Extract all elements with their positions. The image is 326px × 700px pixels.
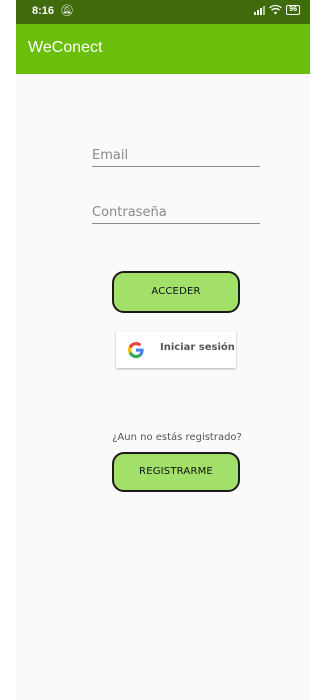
status-icons: 96 (254, 5, 300, 15)
status-bar: 8:16 🔕︎ 96 (16, 0, 310, 24)
battery-icon: 96 (286, 5, 300, 15)
email-field[interactable] (92, 144, 260, 167)
app-title: WeConect (28, 39, 103, 56)
google-sign-in-label: Iniciar sesión (160, 342, 235, 353)
notification-off-icon: 🔕︎ (60, 5, 74, 17)
google-sign-in-button[interactable]: Iniciar sesión (116, 331, 236, 368)
register-prompt: ¿Aun no estás registrado? (112, 432, 242, 443)
status-time: 8:16 (32, 5, 55, 17)
login-button[interactable]: ACCEDER (112, 271, 240, 313)
wifi-icon (269, 5, 283, 15)
app-screen: 8:16 🔕︎ 96 WeConect ACCEDER (16, 0, 310, 700)
register-button[interactable]: REGISTRARME (112, 452, 240, 492)
app-bar: WeConect (16, 24, 310, 74)
signal-icon (254, 5, 266, 15)
password-field[interactable] (92, 201, 260, 224)
google-logo-icon (128, 342, 144, 358)
